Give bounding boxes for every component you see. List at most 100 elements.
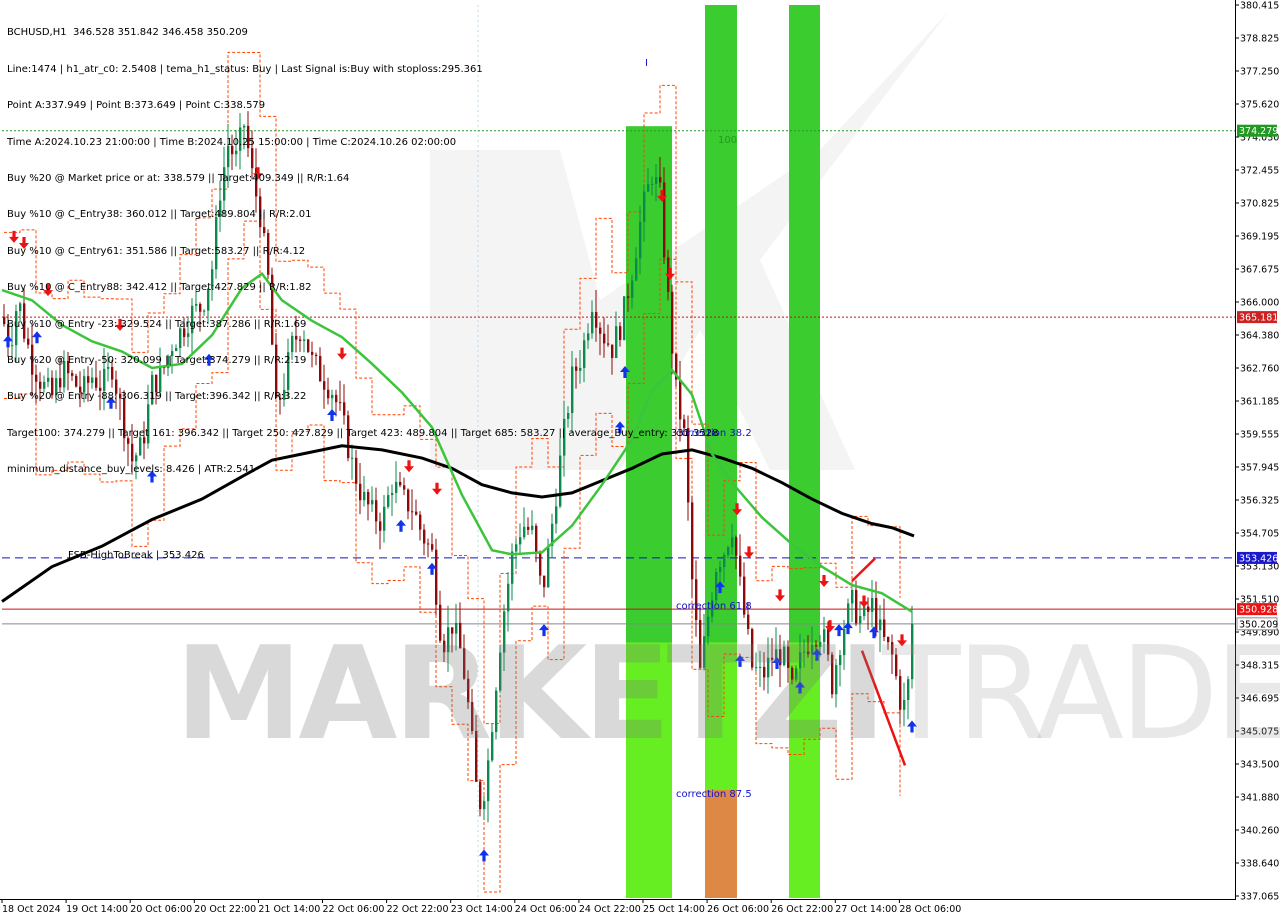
sell-arrow	[744, 546, 754, 559]
info-line: minimum_distance_buy_levels: 8.426 | ATR…	[7, 464, 256, 476]
candle-body	[427, 543, 430, 545]
y-tick-label: 366.000	[1240, 298, 1279, 309]
x-tick-label: 20 Oct 06:00	[130, 904, 192, 915]
x-tick-label: 27 Oct 14:00	[835, 904, 897, 915]
y-tick-label: 341.880	[1240, 793, 1279, 804]
candle-body	[855, 589, 858, 624]
candle-body	[695, 579, 698, 620]
price-tag-level-365: 365.181	[1237, 311, 1278, 324]
x-tick-label: 18 Oct 2024	[2, 904, 61, 915]
x-tick-label: 22 Oct 06:00	[323, 904, 385, 915]
x-tick-label: 26 Oct 06:00	[707, 904, 769, 915]
candle-body	[483, 801, 486, 810]
info-line: Buy %10 @ Entry -23: 329.524 || Target:3…	[7, 318, 307, 330]
candle-body	[519, 537, 522, 545]
candle-body	[419, 514, 422, 530]
sell-arrow-icon	[744, 546, 754, 559]
correction-875-label: correction 87.5	[676, 789, 752, 800]
candle-body	[431, 544, 434, 550]
level-100-label: 100	[718, 135, 737, 146]
price-tag-target-100: 374.279	[1237, 124, 1278, 137]
x-tick-label: 23 Oct 14:00	[451, 904, 513, 915]
y-tick-label: 372.455	[1240, 166, 1279, 177]
y-tick-label: 354.705	[1240, 529, 1279, 540]
candle-body	[547, 545, 550, 588]
price-tag-label: 365.181	[1239, 313, 1278, 324]
watermark-bold: MARKETZI	[175, 620, 886, 769]
y-tick-label: 338.640	[1240, 859, 1279, 870]
candle-body	[515, 544, 518, 552]
candle-body	[739, 555, 742, 577]
candle-body	[527, 526, 530, 530]
candle-body	[867, 606, 870, 612]
candle-body	[511, 551, 514, 584]
candle-body	[479, 781, 482, 810]
y-tick-label: 375.620	[1240, 100, 1279, 111]
candle-body	[735, 537, 738, 556]
candle-body	[383, 506, 386, 531]
info-line: Buy %10 @ C_Entry61: 351.586 || Target:5…	[7, 245, 306, 257]
info-line: Buy %20 @ Entry -50: 320.099 || Target:3…	[7, 355, 307, 367]
y-tick-label: 378.825	[1240, 34, 1279, 45]
x-tick-label: 20 Oct 22:00	[194, 904, 256, 915]
y-tick-label: 361.185	[1240, 397, 1279, 408]
info-line: Buy %10 @ C_Entry88: 342.412 || Target:4…	[7, 282, 312, 294]
zone-2-orange	[705, 789, 737, 898]
candle-body	[727, 547, 730, 555]
info-line: Line:1474 | h1_atr_c0: 2.5408 | tema_h1_…	[7, 63, 483, 75]
candle-body	[3, 316, 6, 325]
candle-body	[411, 511, 414, 513]
candle-body	[719, 566, 722, 572]
y-tick-label: 357.945	[1240, 463, 1279, 474]
trendline-upper	[851, 557, 876, 582]
candle-body	[535, 525, 538, 552]
sell-arrow	[775, 589, 785, 602]
info-line: Buy %20 @ Market price or at: 338.579 ||…	[7, 173, 350, 185]
y-tick-label: 367.675	[1240, 265, 1279, 276]
x-tick-label: 19 Oct 14:00	[66, 904, 128, 915]
info-line: Buy %10 @ C_Entry38: 360.012 || Target:4…	[7, 209, 312, 221]
y-tick-label: 359.555	[1240, 430, 1279, 441]
sell-arrow	[819, 575, 829, 588]
candle-body	[415, 511, 418, 515]
price-tag-label: 350.928	[1239, 605, 1278, 616]
fsb-label: FSB-HighToBreak | 353.426	[68, 550, 204, 561]
watermark-light: TRADE	[882, 620, 1280, 769]
info-line: Time A:2024.10.23 21:00:00 | Time B:2024…	[7, 136, 457, 148]
candle-body	[523, 526, 526, 538]
candle-body	[539, 551, 542, 576]
y-tick-label: 356.325	[1240, 496, 1279, 507]
buy-arrow-icon	[479, 849, 489, 862]
candle-body	[543, 575, 546, 588]
candle-body	[423, 529, 426, 544]
candle-body	[375, 500, 378, 522]
x-tick-label: 24 Oct 06:00	[515, 904, 577, 915]
info-panel: BCHUSD,H1 346.528 351.842 346.458 350.20…	[7, 3, 718, 501]
buy-arrow	[479, 849, 489, 862]
correction-618-label: correction 61.8	[676, 601, 752, 612]
sell-arrow-icon	[819, 575, 829, 588]
candle-body	[507, 583, 510, 612]
info-line: Buy %20 @ Entry -88: 306.319 || Target:3…	[7, 391, 307, 403]
sell-arrow-icon	[775, 589, 785, 602]
candle-body	[435, 549, 438, 605]
candle-body	[731, 537, 734, 548]
x-tick-label: 22 Oct 22:00	[387, 904, 449, 915]
chart-window: 380.415 378.825 377.250 375.620 374.030 372.4…	[0, 0, 1280, 920]
candle-body	[723, 554, 726, 567]
y-tick-label: 364.380	[1240, 331, 1279, 342]
x-tick-label: 28 Oct 06:00	[899, 904, 961, 915]
info-line: Target100: 374.279 || Target 161: 396.34…	[7, 427, 719, 439]
price-tag-label: 353.426	[1239, 553, 1278, 564]
y-tick-label: 369.195	[1240, 232, 1279, 243]
buy-arrow	[396, 519, 406, 532]
x-tick-label: 25 Oct 14:00	[643, 904, 705, 915]
y-tick-label: 377.250	[1240, 67, 1279, 78]
info-line: BCHUSD,H1 346.528 351.842 346.458 350.20…	[7, 27, 248, 39]
candle-body	[371, 500, 374, 505]
y-tick-label: 337.065	[1240, 892, 1279, 903]
candle-body	[871, 598, 874, 612]
x-tick-label: 24 Oct 22:00	[579, 904, 641, 915]
candle-body	[379, 521, 382, 531]
x-tick-label: 26 Oct 22:00	[771, 904, 833, 915]
